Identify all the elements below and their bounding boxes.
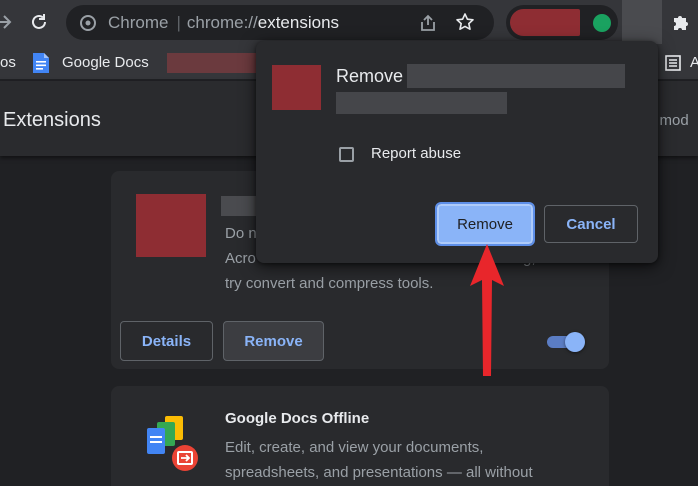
url-scheme: chrome://	[186, 13, 258, 32]
bookmark-star-icon[interactable]	[455, 12, 475, 32]
bookmark-apps[interactable]: os	[0, 54, 16, 71]
profile-status-icon[interactable]	[593, 14, 611, 32]
description-line: Edit, create, and view your documents,	[225, 439, 484, 456]
dialog-title: Remove	[336, 66, 404, 86]
description-line: Do n	[225, 225, 257, 242]
chrome-icon	[80, 15, 96, 31]
reload-icon[interactable]	[27, 10, 51, 34]
report-abuse-label[interactable]: Report abuse	[371, 145, 461, 162]
address-text: Chrome | chrome://extensions	[108, 13, 340, 32]
extension-card: Google Docs Offline Edit, create, and vi…	[111, 386, 609, 486]
report-abuse-checkbox[interactable]	[339, 147, 354, 162]
share-icon[interactable]	[418, 13, 438, 33]
forward-arrow-icon[interactable]	[0, 10, 16, 34]
redacted-extension-name	[407, 64, 625, 88]
description-line: try convert and compress tools.	[225, 275, 434, 292]
url-host: extensions	[257, 13, 340, 32]
page-title: Extensions	[3, 109, 101, 131]
redacted-extension-icon	[136, 194, 206, 257]
bookmark-all[interactable]: A	[690, 54, 698, 71]
bookmark-google-docs[interactable]: Google Docs	[62, 54, 149, 71]
details-button[interactable]: Details	[120, 321, 213, 361]
description-line: Acro	[225, 250, 256, 267]
google-docs-icon[interactable]	[32, 52, 50, 74]
enable-toggle[interactable]	[545, 332, 585, 352]
browser-toolbar: Chrome | chrome://extensions	[0, 0, 698, 44]
extension-name: Google Docs Offline	[225, 410, 370, 427]
redacted-extension-icons	[510, 9, 580, 36]
toolbar-blank-slot	[622, 0, 662, 44]
profile-area[interactable]	[506, 5, 618, 40]
redacted-bookmark	[167, 53, 257, 73]
description-line: spreadsheets, and presentations — all wi…	[225, 464, 533, 481]
redacted-extension-icon	[272, 65, 321, 110]
remove-extension-dialog: Remove Report abuse Remove Cancel	[256, 41, 658, 263]
remove-extension-button[interactable]: Remove	[223, 321, 324, 361]
address-bar[interactable]: Chrome | chrome://extensions	[66, 5, 494, 40]
toggle-knob	[565, 332, 585, 352]
cancel-button[interactable]: Cancel	[544, 205, 638, 243]
site-label: Chrome	[108, 13, 169, 32]
puzzle-icon[interactable]	[671, 12, 691, 32]
redacted-dialog-subtitle	[336, 92, 507, 114]
google-docs-offline-icon	[143, 414, 201, 472]
confirm-remove-button[interactable]: Remove	[435, 202, 535, 246]
annotation-arrow-icon	[466, 240, 508, 380]
reading-list-icon[interactable]	[665, 55, 681, 71]
